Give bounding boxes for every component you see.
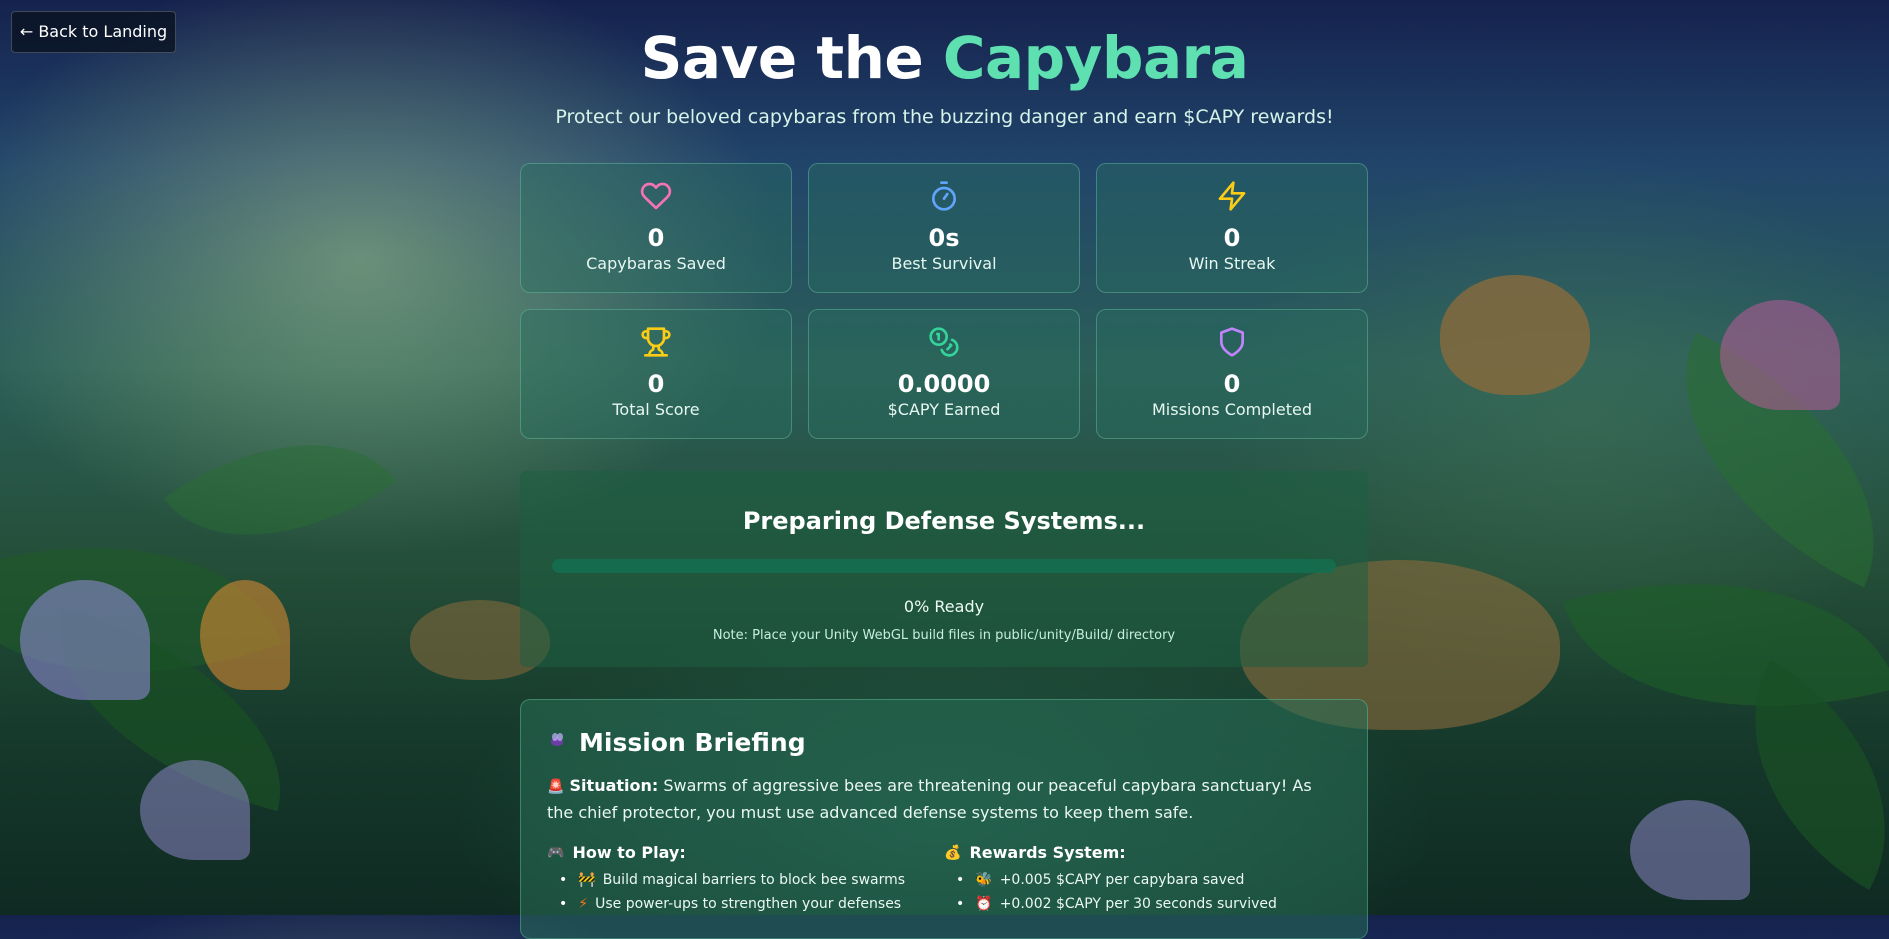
- stat-value: 0.0000: [897, 370, 991, 398]
- how-to-play-heading: 🎮 How to Play:: [547, 843, 944, 862]
- stat-card-best-survival: 0s Best Survival: [808, 163, 1080, 293]
- rewards-section: 💰 Rewards System: 🐝 +0.005 $CAPY per cap…: [944, 843, 1341, 920]
- money-bag-icon: 💰: [944, 844, 962, 861]
- list-item-text: +0.002 $CAPY per 30 seconds survived: [999, 896, 1277, 912]
- title-prefix: Save the: [640, 24, 943, 92]
- loading-panel: Preparing Defense Systems... 0% Ready No…: [520, 471, 1368, 667]
- list-item: 🚧 Build magical barriers to block bee sw…: [559, 872, 944, 888]
- stats-grid: 0 Capybaras Saved 0s Best Survival 0 Win…: [520, 163, 1368, 439]
- mission-briefing-panel: Mission Briefing 🚨 Situation: Swarms of …: [520, 699, 1368, 939]
- stat-card-win-streak: 0 Win Streak: [1096, 163, 1368, 293]
- how-to-play-title: How to Play:: [572, 843, 686, 862]
- stat-value: 0: [647, 370, 665, 398]
- bee-icon: [547, 728, 567, 757]
- bee-icon: 🐝: [975, 872, 993, 888]
- briefing-title: Mission Briefing: [579, 728, 806, 757]
- stat-value: 0: [647, 224, 665, 252]
- list-item-text: Use power-ups to strengthen your defense…: [595, 896, 902, 912]
- loading-title: Preparing Defense Systems...: [742, 507, 1146, 535]
- stat-label: Win Streak: [1188, 254, 1276, 273]
- trophy-icon: [521, 324, 791, 360]
- briefing-heading: Mission Briefing: [547, 728, 1341, 757]
- alarm-icon: 🚨: [547, 779, 565, 795]
- bolt-icon: ⚡: [578, 896, 589, 912]
- stat-card-capy-earned: 0.0000 $CAPY Earned: [808, 309, 1080, 439]
- stat-card-missions-completed: 0 Missions Completed: [1096, 309, 1368, 439]
- page-subtitle: Protect our beloved capybaras from the b…: [555, 106, 1334, 128]
- situation-label: Situation:: [569, 776, 659, 795]
- gamepad-icon: 🎮: [547, 844, 565, 861]
- list-item-text: +0.005 $CAPY per capybara saved: [999, 872, 1245, 888]
- situation-text: 🚨 Situation: Swarms of aggressive bees a…: [547, 773, 1341, 825]
- lightning-icon: [1097, 178, 1367, 214]
- stat-label: $CAPY Earned: [887, 400, 1001, 419]
- rewards-heading: 💰 Rewards System:: [944, 843, 1341, 862]
- page-title: Save the Capybara: [0, 24, 1889, 92]
- rewards-title: Rewards System:: [969, 843, 1126, 862]
- stat-card-capybaras-saved: 0 Capybaras Saved: [520, 163, 792, 293]
- alarm-clock-icon: ⏰: [975, 896, 993, 912]
- list-item-text: Build magical barriers to block bee swar…: [602, 872, 906, 888]
- build-note: Note: Place your Unity WebGL build files…: [712, 628, 1176, 643]
- stat-value: 0s: [928, 224, 960, 252]
- stat-value: 0: [1223, 370, 1241, 398]
- stat-value: 0: [1223, 224, 1241, 252]
- progress-bar: [552, 559, 1336, 573]
- list-item: ⏰ +0.002 $CAPY per 30 seconds survived: [956, 896, 1341, 912]
- stat-label: Missions Completed: [1152, 400, 1312, 419]
- shield-icon: [1097, 324, 1367, 360]
- how-to-play-section: 🎮 How to Play: 🚧 Build magical barriers …: [547, 843, 944, 920]
- situation-body: Swarms of aggressive bees are threatenin…: [547, 776, 1312, 822]
- list-item: 🐝 +0.005 $CAPY per capybara saved: [956, 872, 1341, 888]
- stat-label: Best Survival: [891, 254, 997, 273]
- barrier-icon: 🚧: [578, 872, 596, 888]
- stat-label: Capybaras Saved: [586, 254, 726, 273]
- stat-card-total-score: 0 Total Score: [520, 309, 792, 439]
- heart-icon: [521, 178, 791, 214]
- stopwatch-icon: [809, 178, 1079, 214]
- progress-status: 0% Ready: [903, 597, 985, 616]
- stat-label: Total Score: [612, 400, 700, 419]
- coins-icon: [809, 324, 1079, 360]
- title-accent: Capybara: [942, 24, 1249, 92]
- list-item: ⚡ Use power-ups to strengthen your defen…: [559, 896, 944, 912]
